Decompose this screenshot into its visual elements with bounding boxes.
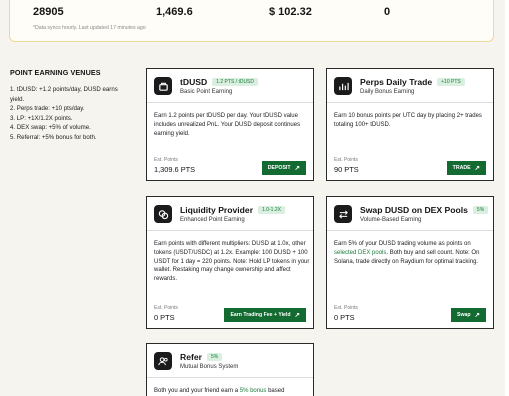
est-points-label: Est. Points — [154, 305, 178, 311]
swap-icon — [334, 205, 352, 223]
card-swap-dusd: Swap DUSD on DEX Pools 5% Volume-Based Ea… — [326, 196, 494, 329]
deposit-button-label: DEPOSIT — [267, 165, 291, 171]
points-summary-panel: 28905 1,469.6 $ 102.32 0 *Data syncs hou… — [9, 0, 494, 42]
est-points-value: 90 PTS — [334, 165, 359, 174]
card-description: Earn 5% of your DUSD trading volume as p… — [334, 240, 490, 266]
arrow-up-right-icon: ↗ — [294, 165, 300, 172]
card-header: Liquidity Provider 1.0-1.2X Enhanced Poin… — [147, 197, 313, 231]
rate-badge: +10 PTS — [437, 78, 465, 86]
card-title: tDUSD 1.2 PTS / tDUSD — [180, 77, 259, 87]
summary-stat-value: $ 102.32 — [269, 6, 312, 18]
card-perps-daily-trade: Perps Daily Trade +10 PTS Daily Bonus Ear… — [326, 68, 494, 181]
card-title-text: tDUSD — [180, 77, 208, 87]
token-icon — [154, 77, 172, 95]
card-header: Swap DUSD on DEX Pools 5% Volume-Based Ea… — [327, 197, 493, 231]
est-points-label: Est. Points — [334, 157, 358, 163]
card-subtitle: Mutual Bonus System — [180, 364, 239, 370]
card-title: Liquidity Provider 1.0-1.2X — [180, 205, 285, 215]
summary-stat-total-points: 28905 — [33, 6, 64, 18]
selected-dex-pools-link[interactable]: selected DEX pools — [334, 250, 386, 256]
card-description: Both you and your friend earn a 5% bonus… — [154, 387, 310, 396]
card-description: Earn points with different multipliers: … — [154, 241, 310, 283]
card-header: tDUSD 1.2 PTS / tDUSD Basic Point Earning — [147, 69, 313, 103]
card-subtitle: Basic Point Earning — [180, 89, 233, 95]
venues-title: POINT EARNING VENUES — [10, 68, 101, 77]
est-points-value: 1,309.6 PTS — [154, 165, 196, 174]
venue-line: 1. tDUSD: +1.2 points/day, DUSD earns — [10, 86, 118, 93]
users-icon — [154, 352, 172, 370]
card-title: Refer 5% — [180, 352, 223, 362]
est-points-label: Est. Points — [154, 157, 178, 163]
rate-badge: 5% — [472, 206, 489, 214]
arrow-up-right-icon: ↗ — [474, 312, 480, 319]
card-subtitle: Volume-Based Earning — [360, 217, 422, 223]
venue-line: yield. — [10, 95, 25, 103]
trade-button-label: TRADE — [452, 165, 471, 171]
est-points-label: Est. Points — [334, 305, 358, 311]
est-points-value: 0 PTS — [334, 313, 355, 322]
rate-badge: 1.2 PTS / tDUSD — [212, 78, 259, 86]
card-title-text: Liquidity Provider — [180, 205, 254, 215]
card-refer: Refer 5% Mutual Bonus System Both you and… — [146, 343, 314, 396]
est-points-value: 0 PTS — [154, 313, 175, 322]
trade-button[interactable]: TRADE ↗ — [446, 161, 486, 175]
deposit-button[interactable]: DEPOSIT ↗ — [261, 161, 306, 175]
venue-line: 3. LP: +1X/1.2X points. — [10, 114, 73, 122]
bonus-highlight: 5% bonus — [239, 388, 267, 394]
venue-line: 4. DEX swap: +5% of volume. — [10, 124, 91, 132]
sync-note: *Data syncs hourly. Last updated 17 minu… — [33, 25, 146, 31]
card-description: Earn 10 bonus points per UTC day by plac… — [334, 113, 482, 128]
desc-text: Both you and your friend earn a — [154, 388, 240, 394]
desc-text: Earn 5% of your DUSD trading volume as p… — [334, 241, 471, 247]
card-title-text: Perps Daily Trade — [360, 77, 433, 87]
card-header: Perps Daily Trade +10 PTS Daily Bonus Ear… — [327, 69, 493, 103]
chart-icon — [334, 77, 352, 95]
scrollbar[interactable] — [505, 0, 509, 396]
earn-button-label: Earn Trading Fee + Yield — [230, 312, 291, 318]
card-tdusd: tDUSD 1.2 PTS / tDUSD Basic Point Earning… — [146, 68, 314, 181]
card-title-text: Refer — [180, 352, 202, 362]
card-title: Swap DUSD on DEX Pools 5% — [360, 205, 489, 215]
card-header: Refer 5% Mutual Bonus System — [147, 344, 313, 378]
card-title-text: Swap DUSD on DEX Pools — [360, 205, 468, 215]
desc-text: based — [266, 388, 285, 394]
rate-badge: 5% — [206, 353, 223, 361]
swap-button-label: Swap — [456, 312, 471, 318]
venue-line: 5. Referral: +5% bonus for both. — [10, 133, 97, 141]
earn-trading-fee-yield-button[interactable]: Earn Trading Fee + Yield ↗ — [224, 308, 306, 322]
arrow-up-right-icon: ↗ — [294, 312, 300, 319]
card-description: Earn 1.2 points per tDUSD per day. Your … — [154, 113, 301, 137]
venue-line: 2. Perps trade: +10 pts/day. — [10, 105, 85, 113]
card-subtitle: Daily Bonus Earning — [360, 89, 415, 95]
point-earning-venues: POINT EARNING VENUES 1. tDUSD: +1.2 poin… — [10, 68, 138, 143]
swap-button[interactable]: Swap ↗ — [450, 308, 486, 322]
card-subtitle: Enhanced Point Earning — [180, 217, 245, 223]
rate-badge: 1.0-1.2X — [258, 206, 285, 214]
arrow-up-right-icon: ↗ — [474, 165, 480, 172]
coins-icon — [154, 205, 172, 223]
card-title: Perps Daily Trade +10 PTS — [360, 77, 465, 87]
card-liquidity-provider: Liquidity Provider 1.0-1.2X Enhanced Poin… — [146, 196, 314, 329]
summary-stat-tdusd: 1,469.6 — [156, 6, 193, 18]
summary-stat-count: 0 — [384, 6, 391, 18]
